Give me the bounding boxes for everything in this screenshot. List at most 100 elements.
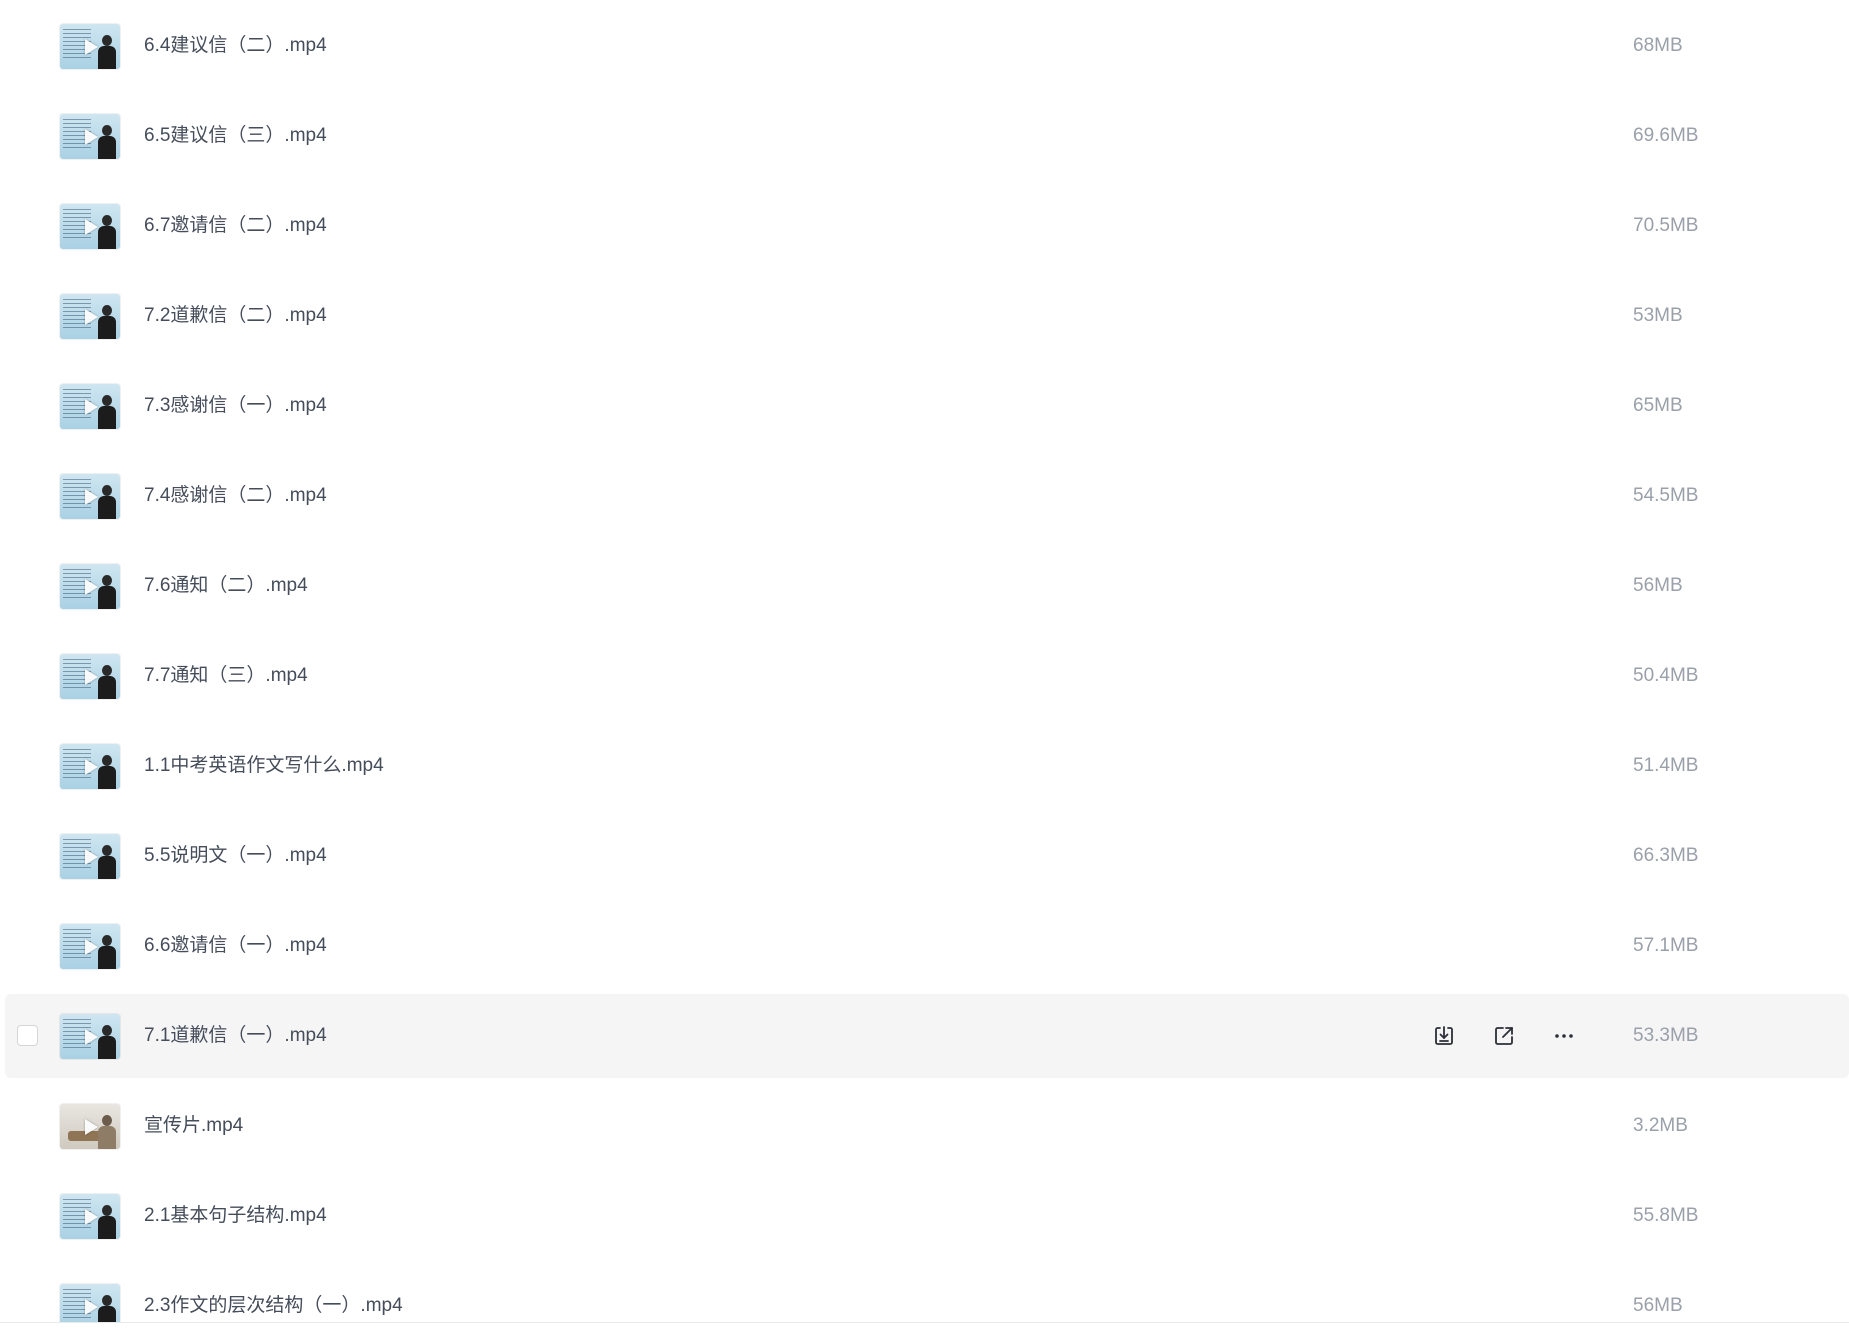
download-icon — [1435, 1026, 1453, 1045]
file-name[interactable]: 宣传片.mp4 — [144, 1084, 243, 1168]
play-icon — [85, 849, 98, 865]
file-size: 51.4MB — [1633, 755, 1699, 776]
play-icon — [85, 1029, 98, 1045]
divider — [0, 1322, 1849, 1323]
file-size: 56MB — [1633, 1295, 1683, 1316]
file-name[interactable]: 2.1基本句子结构.mp4 — [144, 1174, 327, 1258]
file-name[interactable]: 7.6通知（二）.mp4 — [144, 544, 308, 628]
file-row[interactable]: 2.3作文的层次结构（一）.mp4 56MB — [5, 1264, 1849, 1322]
file-row[interactable]: 7.2道歉信（二）.mp4 53MB — [5, 274, 1849, 358]
presenter-figure — [98, 395, 116, 429]
video-thumbnail[interactable] — [60, 654, 120, 699]
presenter-figure — [98, 1115, 116, 1149]
file-size: 66.3MB — [1633, 845, 1699, 866]
play-icon — [85, 579, 98, 595]
file-row[interactable]: 5.5说明文（一）.mp4 66.3MB — [5, 814, 1849, 898]
file-row[interactable]: 7.1道歉信（一）.mp4 53.3MB — [5, 994, 1849, 1078]
presenter-figure — [98, 755, 116, 789]
video-thumbnail[interactable] — [60, 204, 120, 249]
file-name[interactable]: 7.2道歉信（二）.mp4 — [144, 274, 327, 358]
file-name[interactable]: 7.7通知（三）.mp4 — [144, 634, 308, 718]
presenter-figure — [98, 665, 116, 699]
share-icon — [1495, 1027, 1513, 1045]
file-name[interactable]: 1.1中考英语作文写什么.mp4 — [144, 724, 384, 808]
file-size: 65MB — [1633, 395, 1683, 416]
file-size: 54.5MB — [1633, 485, 1699, 506]
file-list: 6.4建议信（二）.mp4 68MB 6.5建议信（三）.mp4 69.6MB … — [0, 0, 1849, 1322]
file-row[interactable]: 6.5建议信（三）.mp4 69.6MB — [5, 94, 1849, 178]
presenter-figure — [98, 215, 116, 249]
file-name[interactable]: 7.1道歉信（一）.mp4 — [144, 994, 327, 1078]
file-row[interactable]: 1.1中考英语作文写什么.mp4 51.4MB — [5, 724, 1849, 808]
file-name[interactable]: 7.3感谢信（一）.mp4 — [144, 364, 327, 448]
presenter-figure — [98, 305, 116, 339]
more-icon — [1555, 1034, 1573, 1038]
more-button[interactable] — [1549, 1021, 1579, 1051]
row-checkbox[interactable] — [17, 1025, 38, 1046]
file-row[interactable]: 2.1基本句子结构.mp4 55.8MB — [5, 1174, 1849, 1258]
file-row[interactable]: 7.4感谢信（二）.mp4 54.5MB — [5, 454, 1849, 538]
file-size: 70.5MB — [1633, 215, 1699, 236]
file-name[interactable]: 6.5建议信（三）.mp4 — [144, 94, 327, 178]
file-size: 68MB — [1633, 35, 1683, 56]
file-size: 50.4MB — [1633, 665, 1699, 686]
share-button[interactable] — [1489, 1021, 1519, 1051]
file-name[interactable]: 7.4感谢信（二）.mp4 — [144, 454, 327, 538]
presenter-figure — [98, 1025, 116, 1059]
file-row[interactable]: 6.4建议信（二）.mp4 68MB — [5, 4, 1849, 88]
video-thumbnail[interactable] — [60, 834, 120, 879]
file-name[interactable]: 5.5说明文（一）.mp4 — [144, 814, 327, 898]
video-thumbnail[interactable] — [60, 474, 120, 519]
play-icon — [85, 939, 98, 955]
video-thumbnail[interactable] — [60, 1104, 120, 1149]
video-thumbnail[interactable] — [60, 744, 120, 789]
file-row[interactable]: 7.7通知（三）.mp4 50.4MB — [5, 634, 1849, 718]
presenter-figure — [98, 1205, 116, 1239]
file-name[interactable]: 2.3作文的层次结构（一）.mp4 — [144, 1264, 403, 1322]
video-thumbnail[interactable] — [60, 1194, 120, 1239]
presenter-figure — [98, 35, 116, 69]
file-size: 3.2MB — [1633, 1115, 1688, 1136]
file-size: 53MB — [1633, 305, 1683, 326]
video-thumbnail[interactable] — [60, 384, 120, 429]
play-icon — [85, 669, 98, 685]
play-icon — [85, 489, 98, 505]
download-button[interactable] — [1429, 1021, 1459, 1051]
file-row[interactable]: 6.7邀请信（二）.mp4 70.5MB — [5, 184, 1849, 268]
play-icon — [85, 399, 98, 415]
file-size: 57.1MB — [1633, 935, 1699, 956]
file-row[interactable]: 6.6邀请信（一）.mp4 57.1MB — [5, 904, 1849, 988]
video-thumbnail[interactable] — [60, 1284, 120, 1322]
file-row[interactable]: 7.3感谢信（一）.mp4 65MB — [5, 364, 1849, 448]
video-thumbnail[interactable] — [60, 564, 120, 609]
presenter-figure — [98, 575, 116, 609]
presenter-figure — [98, 1295, 116, 1322]
presenter-figure — [98, 845, 116, 879]
file-row[interactable]: 7.6通知（二）.mp4 56MB — [5, 544, 1849, 628]
video-thumbnail[interactable] — [60, 24, 120, 69]
play-icon — [85, 309, 98, 325]
row-actions — [1429, 1021, 1589, 1051]
file-size: 55.8MB — [1633, 1205, 1699, 1226]
file-name[interactable]: 6.4建议信（二）.mp4 — [144, 4, 327, 88]
file-name[interactable]: 6.7邀请信（二）.mp4 — [144, 184, 327, 268]
presenter-figure — [98, 935, 116, 969]
file-size: 56MB — [1633, 575, 1683, 596]
video-thumbnail[interactable] — [60, 924, 120, 969]
play-icon — [85, 1209, 98, 1225]
file-name[interactable]: 6.6邀请信（一）.mp4 — [144, 904, 327, 988]
presenter-figure — [98, 485, 116, 519]
file-row[interactable]: 宣传片.mp4 3.2MB — [5, 1084, 1849, 1168]
play-icon — [85, 1299, 98, 1315]
video-thumbnail[interactable] — [60, 1014, 120, 1059]
video-thumbnail[interactable] — [60, 114, 120, 159]
play-icon — [85, 759, 98, 775]
play-icon — [85, 219, 98, 235]
play-icon — [85, 129, 98, 145]
play-icon — [85, 39, 98, 55]
file-size: 53.3MB — [1633, 1025, 1699, 1046]
video-thumbnail[interactable] — [60, 294, 120, 339]
play-icon — [85, 1119, 98, 1135]
file-size: 69.6MB — [1633, 125, 1699, 146]
presenter-figure — [98, 125, 116, 159]
